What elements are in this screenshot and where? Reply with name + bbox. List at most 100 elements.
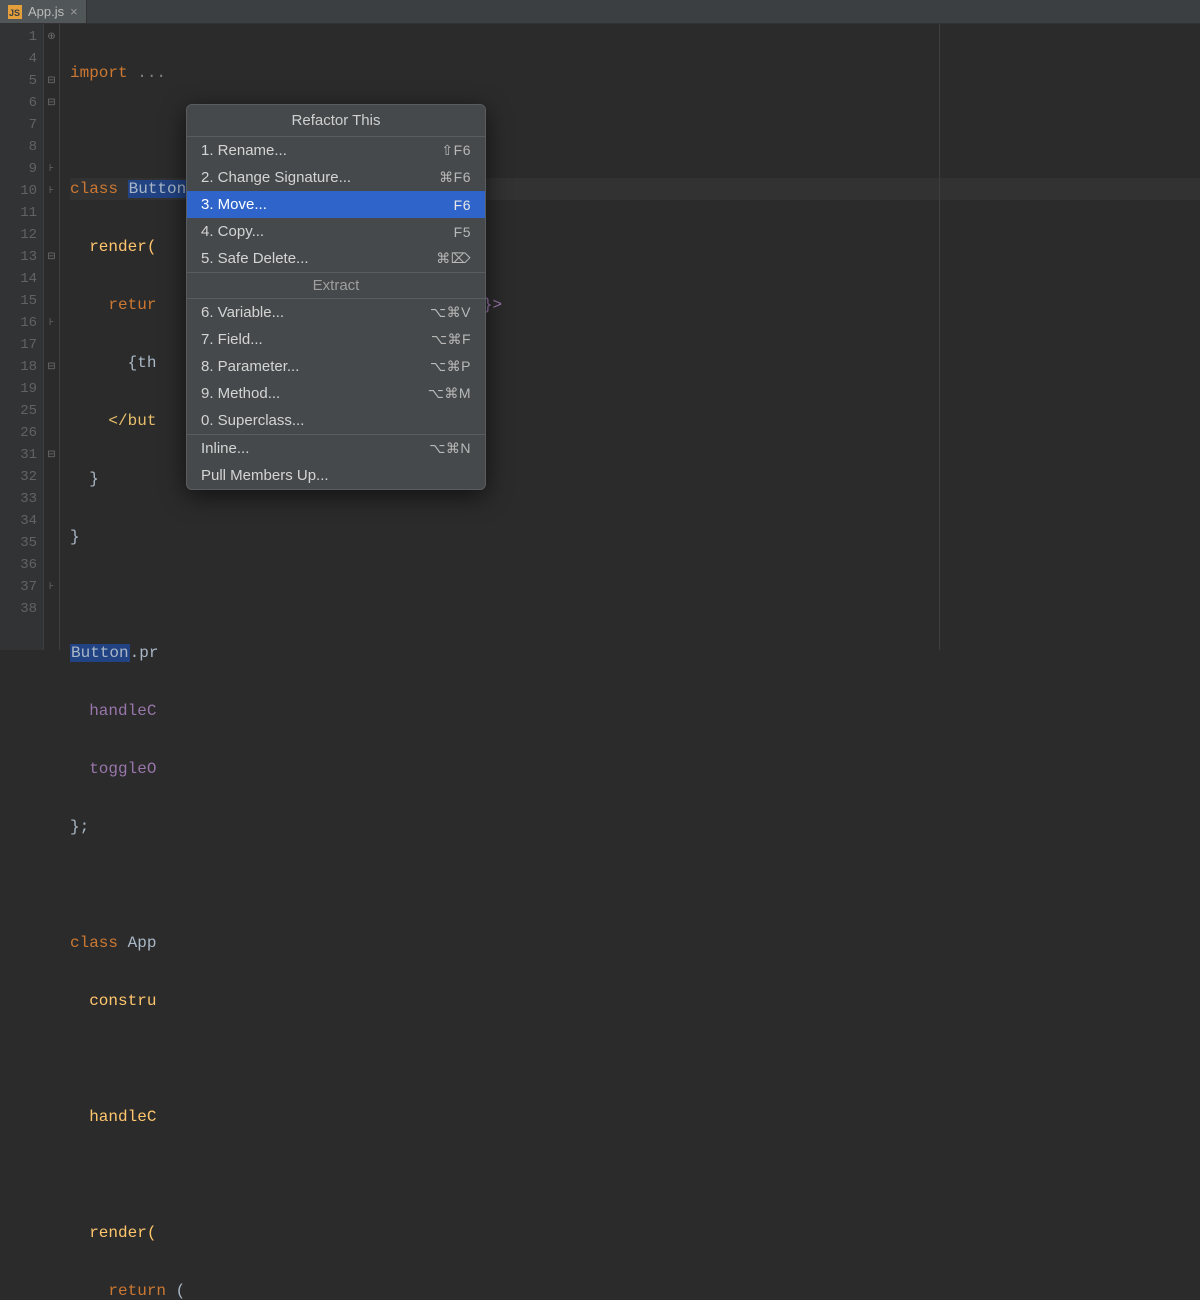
menu-item-shortcut: ⌥⌘M <box>428 385 471 402</box>
selected-identifier: Button <box>128 180 188 198</box>
line-number: 16 <box>0 312 37 334</box>
menu-item-label: 5. Safe Delete... <box>201 250 309 267</box>
line-number-gutter: 1456789101112131415161718192526313233343… <box>0 24 44 650</box>
line-number: 37 <box>0 576 37 598</box>
line-number: 1 <box>0 26 37 48</box>
menu-item-label: 1. Rename... <box>201 142 287 159</box>
line-number: 11 <box>0 202 37 224</box>
line-number: 12 <box>0 224 37 246</box>
line-number: 33 <box>0 488 37 510</box>
line-number: 18 <box>0 356 37 378</box>
line-number: 25 <box>0 400 37 422</box>
line-number: 38 <box>0 598 37 620</box>
menu-item-label: 3. Move... <box>201 196 267 213</box>
refactor-menu-item[interactable]: 5. Safe Delete... ⌘⌦ <box>187 245 485 272</box>
code-token: render( <box>70 238 156 256</box>
code-token: return <box>70 1282 166 1300</box>
code-token: {th <box>70 354 156 372</box>
line-number: 35 <box>0 532 37 554</box>
refactor-menu: Refactor This 1. Rename... ⇧F6 2. Change S… <box>186 104 486 490</box>
code-token: handleC <box>70 702 156 720</box>
line-number: 34 <box>0 510 37 532</box>
line-number: 14 <box>0 268 37 290</box>
menu-item-label: Inline... <box>201 440 249 457</box>
line-number: 8 <box>0 136 37 158</box>
right-margin-line <box>939 24 940 650</box>
code-token: App <box>128 934 157 952</box>
refactor-menu-item[interactable]: 7. Field... ⌥⌘F <box>187 326 485 353</box>
close-icon[interactable]: × <box>70 5 78 18</box>
code-token: render( <box>70 1224 156 1242</box>
line-number: 5 <box>0 70 37 92</box>
line-number: 9 <box>0 158 37 180</box>
refactor-menu-item[interactable]: Inline... ⌥⌘N <box>187 435 485 462</box>
menu-item-label: 8. Parameter... <box>201 358 299 375</box>
line-number: 32 <box>0 466 37 488</box>
fold-end-icon[interactable]: ⊦ <box>44 158 59 180</box>
menu-item-label: 7. Field... <box>201 331 263 348</box>
editor: 1456789101112131415161718192526313233343… <box>0 24 1200 650</box>
refactor-menu-item[interactable]: 2. Change Signature...⌘F6 <box>187 164 485 191</box>
fold-icon[interactable]: ⊟ <box>44 70 59 92</box>
line-number: 4 <box>0 48 37 70</box>
refactor-menu-item[interactable]: 6. Variable... ⌥⌘V <box>187 299 485 326</box>
menu-item-shortcut: ⌘⌦ <box>436 250 471 267</box>
menu-item-shortcut: ⇧F6 <box>441 142 471 159</box>
fold-end-icon[interactable]: ⊦ <box>44 312 59 334</box>
extract-section-label: Extract <box>187 272 485 299</box>
code-token: class <box>70 180 128 198</box>
code-token: </but <box>70 412 156 430</box>
selected-identifier: Button <box>70 644 130 662</box>
refactor-menu-item[interactable]: 0. Superclass... <box>187 407 485 434</box>
refactor-menu-title: Refactor This <box>187 105 485 137</box>
code-token: .pr <box>130 644 159 662</box>
menu-item-shortcut: ⌥⌘V <box>430 304 471 321</box>
code-token: }; <box>70 818 89 836</box>
refactor-menu-item[interactable]: 1. Rename... ⇧F6 <box>187 137 485 164</box>
menu-item-shortcut: F5 <box>454 224 471 240</box>
tab-bar: JS App.js × <box>0 0 1200 24</box>
code-token: ( <box>166 1282 185 1300</box>
fold-icon[interactable]: ⊕ <box>44 26 59 48</box>
file-tab[interactable]: JS App.js × <box>0 0 87 23</box>
menu-item-label: 0. Superclass... <box>201 412 304 429</box>
code-token: } <box>70 528 80 546</box>
fold-icon[interactable]: ⊟ <box>44 356 59 378</box>
line-number: 31 <box>0 444 37 466</box>
code-token: toggleO <box>70 760 156 778</box>
code-token: ... <box>128 64 166 82</box>
fold-end-icon[interactable]: ⊦ <box>44 180 59 202</box>
code-token: constru <box>70 992 156 1010</box>
line-number: 7 <box>0 114 37 136</box>
refactor-menu-item[interactable]: 3. Move...F6 <box>187 191 485 218</box>
refactor-menu-item[interactable]: 9. Method... ⌥⌘M <box>187 380 485 407</box>
menu-item-label: 6. Variable... <box>201 304 284 321</box>
menu-item-label: 4. Copy... <box>201 223 264 240</box>
file-tab-label: App.js <box>28 4 64 19</box>
code-token: import <box>70 64 128 82</box>
fold-icon[interactable]: ⊟ <box>44 444 59 466</box>
menu-item-shortcut: ⌥⌘N <box>429 440 471 457</box>
menu-item-label: Pull Members Up... <box>201 467 329 484</box>
fold-end-icon[interactable]: ⊦ <box>44 576 59 598</box>
line-number: 10 <box>0 180 37 202</box>
line-number: 36 <box>0 554 37 576</box>
code-token: handleC <box>70 1108 156 1126</box>
menu-item-shortcut: ⌥⌘P <box>430 358 471 375</box>
code-token: } <box>70 470 99 488</box>
fold-column: ⊕ ⊟ ⊟ ⊦ ⊦ ⊟ ⊦ ⊟ ⊟ ⊦ <box>44 24 60 650</box>
line-number: 26 <box>0 422 37 444</box>
fold-icon[interactable]: ⊟ <box>44 246 59 268</box>
code-token: class <box>70 934 128 952</box>
menu-item-label: 9. Method... <box>201 385 280 402</box>
line-number: 13 <box>0 246 37 268</box>
code-token: retur <box>70 296 156 314</box>
refactor-menu-item[interactable]: Pull Members Up... <box>187 462 485 489</box>
refactor-menu-item[interactable]: 8. Parameter... ⌥⌘P <box>187 353 485 380</box>
menu-item-shortcut: ⌘F6 <box>439 169 471 186</box>
line-number: 19 <box>0 378 37 400</box>
line-number: 15 <box>0 290 37 312</box>
menu-item-shortcut: ⌥⌘F <box>431 331 471 348</box>
refactor-menu-item[interactable]: 4. Copy... F5 <box>187 218 485 245</box>
fold-icon[interactable]: ⊟ <box>44 92 59 114</box>
